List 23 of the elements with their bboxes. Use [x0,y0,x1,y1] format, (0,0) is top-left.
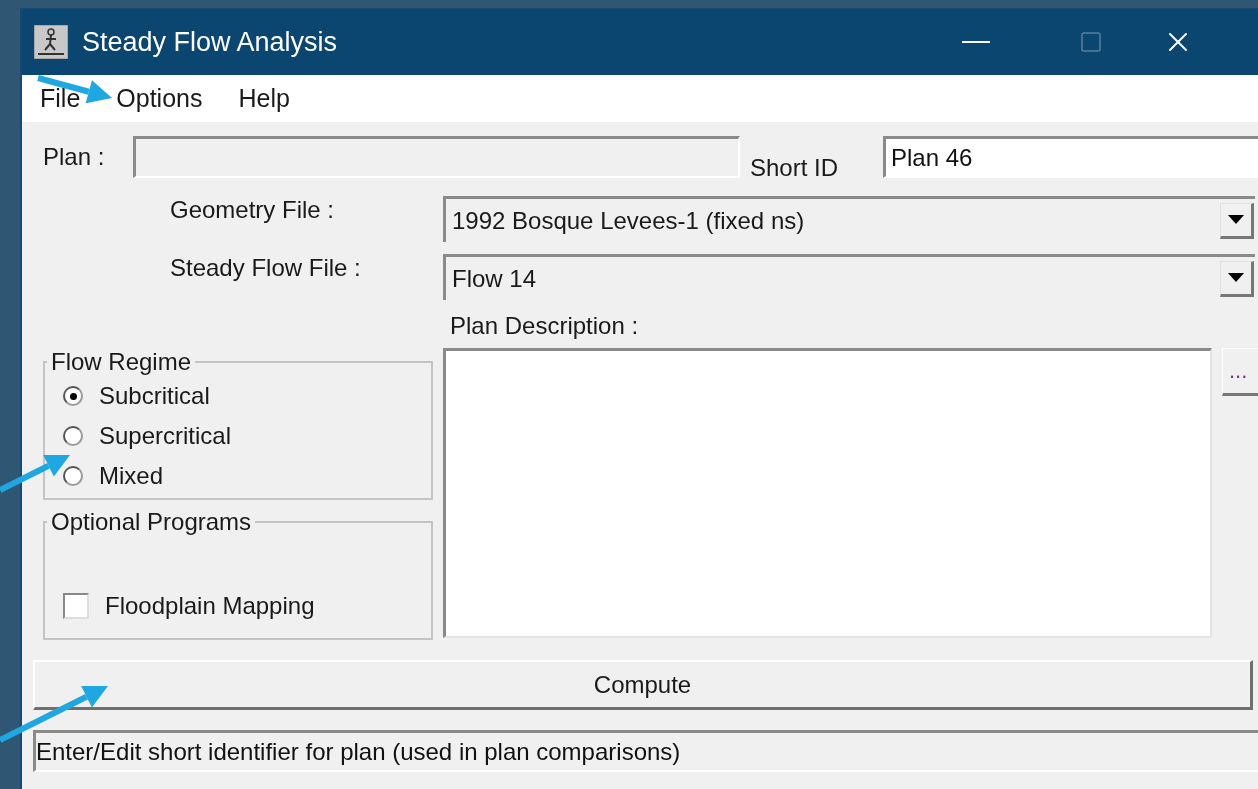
browse-button[interactable]: ... [1222,348,1258,396]
short-id-label: Short ID [750,154,840,182]
short-id-field[interactable]: Plan 46 [883,136,1258,178]
plan-label: Plan : [43,143,106,171]
radio-label: Supercritical [99,422,232,450]
plan-description-label: Plan Description : [450,312,640,341]
compute-button[interactable]: Compute [33,660,1253,710]
file-label: Geometry File : [169,196,336,224]
checkbox-label: Floodplain Mapping [105,592,315,620]
status-bar: Enter/Edit short identifier for plan (used in plan comparisons) [33,730,1258,772]
file-dropdown[interactable]: 1992 Bosque Levees-1 (fixed ns) [443,196,1255,242]
group-title: Optional Programs [50,508,253,536]
radio-label: Subcritical [99,382,210,410]
file-dropdown[interactable]: Flow 14 [443,254,1255,300]
menu-item[interactable]: Options [116,84,203,113]
window-title: Steady Flow Analysis [82,26,338,58]
file-label: Steady Flow File : [169,254,362,282]
group-title: Flow Regime [50,348,193,376]
menu-item[interactable]: Help [238,84,290,113]
menu-item[interactable]: File [40,84,81,113]
dropdown-value: Flow 14 [452,264,537,293]
dropdown-value: 1992 Bosque Levees-1 (fixed ns) [452,206,805,235]
radio-label: Mixed [99,462,164,490]
